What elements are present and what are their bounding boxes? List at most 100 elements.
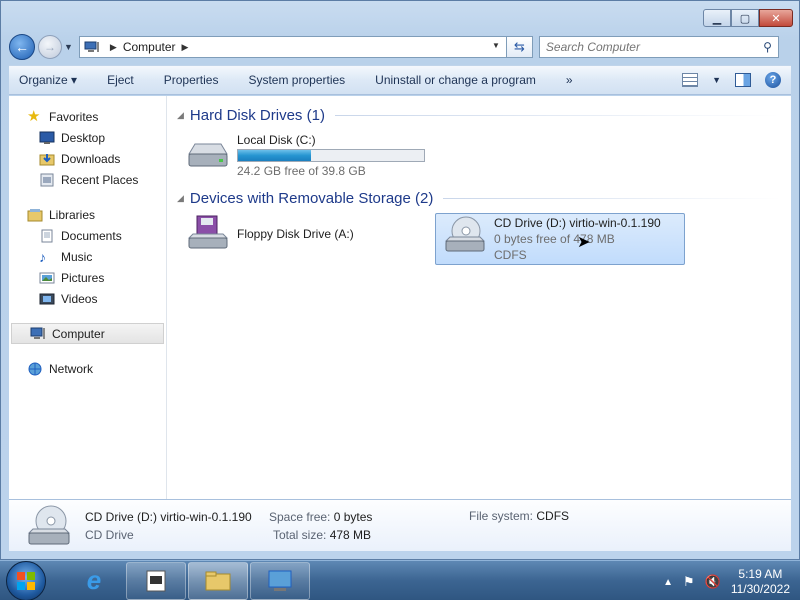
- drive-name: CD Drive (D:) virtio-win-0.1.190: [494, 216, 661, 230]
- nav-music[interactable]: ♪ Music: [9, 246, 166, 267]
- floppy-drive-icon: [187, 215, 229, 249]
- folder-icon: [205, 571, 231, 590]
- downloads-folder-icon: [39, 153, 55, 165]
- uninstall-program-button[interactable]: Uninstall or change a program: [375, 73, 536, 87]
- main-area: ★ Favorites Desktop Downloads Recent Pla…: [9, 96, 791, 499]
- breadcrumb-separator-icon[interactable]: ▶: [110, 42, 117, 53]
- drive-floppy-a[interactable]: Floppy Disk Drive (A:): [183, 214, 354, 254]
- group-title: Devices with Removable Storage (2): [189, 189, 434, 207]
- show-hidden-icons-icon[interactable]: ▲: [663, 577, 673, 588]
- drive-name: Floppy Disk Drive (A:): [237, 227, 354, 241]
- details-name: CD Drive (D:) virtio-win-0.1.190: [85, 509, 252, 524]
- documents-icon: [41, 229, 53, 242]
- clock-date: 11/30/2022: [730, 582, 790, 596]
- total-size-label: Total size:: [273, 527, 327, 542]
- drive-cd-d[interactable]: CD Drive (D:) virtio-win-0.1.190 0 bytes…: [435, 213, 685, 265]
- nav-pictures[interactable]: Pictures: [9, 267, 166, 288]
- nav-computer[interactable]: Computer: [11, 323, 164, 344]
- caption-buttons: ▁ ▢ ✕: [703, 9, 793, 27]
- volume-muted-icon[interactable]: 🔇: [705, 574, 721, 590]
- more-commands-button[interactable]: »: [566, 73, 573, 87]
- search-icon[interactable]: ⚲: [763, 40, 772, 54]
- group-divider: [443, 197, 781, 199]
- taskbar-windows-explorer[interactable]: [188, 561, 248, 600]
- content-pane: ◢ Hard Disk Drives (1) Local Disk (C:) 2…: [167, 96, 791, 499]
- computer-icon: [84, 41, 99, 52]
- group-hard-disk-drives[interactable]: ◢ Hard Disk Drives (1): [177, 104, 791, 126]
- nav-recent-places[interactable]: Recent Places: [9, 169, 166, 190]
- hard-drive-icon: [188, 143, 228, 167]
- forward-button[interactable]: →: [38, 35, 62, 59]
- view-controls: ▼ ?: [682, 72, 781, 88]
- eject-button[interactable]: Eject: [107, 73, 134, 87]
- group-title: Hard Disk Drives (1): [189, 106, 325, 124]
- file-system-label: File system:: [469, 509, 534, 523]
- nav-downloads[interactable]: Downloads: [9, 148, 166, 169]
- refresh-button[interactable]: ⇆: [506, 36, 533, 58]
- breadcrumb-computer[interactable]: Computer: [123, 40, 176, 54]
- pictures-icon: [39, 272, 55, 283]
- taskbar-control-panel[interactable]: [250, 561, 310, 600]
- music-icon: ♪: [39, 248, 46, 265]
- drive-free-space: 24.2 GB free of 39.8 GB: [237, 164, 366, 178]
- action-center-flag-icon[interactable]: ⚑: [683, 574, 695, 590]
- clock-time: 5:19 AM: [738, 567, 783, 581]
- address-bar[interactable]: ▶ Computer ▶ ▼: [78, 36, 507, 58]
- nav-favorites[interactable]: ★ Favorites: [9, 106, 166, 127]
- navigation-pane: ★ Favorites Desktop Downloads Recent Pla…: [9, 96, 167, 499]
- minimize-button[interactable]: ▁: [703, 9, 731, 27]
- close-button[interactable]: ✕: [759, 9, 793, 27]
- address-dropdown-icon[interactable]: ▼: [492, 41, 500, 50]
- nav-videos[interactable]: Videos: [9, 288, 166, 309]
- explorer-window: ▁ ▢ ✕ ← → ▼ ▶ Computer ▶ ▼ ⇆ ⚲ Organize …: [0, 0, 800, 560]
- file-system-value: CDFS: [536, 509, 570, 523]
- clock[interactable]: 5:19 AM 11/30/2022: [731, 567, 790, 597]
- system-tray: ▲ ⚑ 🔇 5:19 AM 11/30/2022: [663, 567, 790, 597]
- navigation-row: ← → ▼ ▶ Computer ▶ ▼ ⇆ ⚲: [9, 33, 791, 61]
- drive-local-disk-c[interactable]: Local Disk (C:) 24.2 GB free of 39.8 GB: [183, 132, 425, 179]
- maximize-button[interactable]: ▢: [731, 9, 759, 27]
- group-removable-storage[interactable]: ◢ Devices with Removable Storage (2): [177, 187, 791, 209]
- space-free-value: 0 bytes: [333, 509, 373, 524]
- change-view-icon[interactable]: [682, 73, 699, 87]
- preview-pane-icon[interactable]: [735, 73, 751, 87]
- collapse-icon[interactable]: ◢: [177, 193, 184, 204]
- details-pane: CD Drive (D:) virtio-win-0.1.190 CD Driv…: [9, 499, 791, 551]
- collapse-icon[interactable]: ◢: [177, 110, 184, 121]
- properties-button[interactable]: Properties: [164, 73, 219, 87]
- organize-button[interactable]: Organize ▾: [19, 73, 77, 87]
- taskbar: e ▲ ⚑ 🔇 5:19 AM 11/30/2022: [0, 560, 800, 600]
- space-free-label: Space free:: [269, 509, 331, 524]
- details-type: CD Drive: [85, 527, 134, 542]
- star-icon: ★: [27, 107, 41, 125]
- desktop-icon: [39, 131, 55, 144]
- drive-name: Local Disk (C:): [237, 133, 316, 147]
- system-properties-button[interactable]: System properties: [248, 73, 345, 87]
- start-button[interactable]: [6, 560, 46, 600]
- taskbar-media-app[interactable]: [126, 561, 186, 600]
- breadcrumb-chevron-icon[interactable]: ▶: [182, 42, 189, 53]
- drive-usage-fill: [238, 150, 311, 161]
- search-box[interactable]: ⚲: [538, 36, 779, 58]
- mouse-cursor-icon: ➤: [577, 234, 591, 251]
- arrow-left-icon: ←: [15, 39, 29, 55]
- refresh-icon: ⇆: [513, 39, 525, 54]
- nav-desktop[interactable]: Desktop: [9, 127, 166, 148]
- back-button[interactable]: ←: [9, 34, 35, 60]
- recent-places-icon: [40, 173, 54, 186]
- help-icon[interactable]: ?: [765, 72, 781, 88]
- taskbar-internet-explorer[interactable]: e: [64, 562, 124, 600]
- recent-pages-dropdown[interactable]: ▼: [64, 42, 73, 52]
- view-dropdown-icon[interactable]: ▼: [712, 75, 721, 85]
- nav-network[interactable]: Network: [9, 358, 166, 379]
- document-app-icon: [146, 570, 166, 591]
- cd-drive-icon: [27, 505, 71, 544]
- drive-usage-bar: [237, 149, 425, 162]
- group-divider: [334, 114, 781, 116]
- search-input[interactable]: [545, 40, 746, 54]
- nav-documents[interactable]: Documents: [9, 225, 166, 246]
- total-size-value: 478 MB: [329, 527, 372, 542]
- videos-icon: [39, 293, 55, 304]
- nav-libraries[interactable]: Libraries: [9, 204, 166, 225]
- cd-drive-icon: [444, 216, 486, 252]
